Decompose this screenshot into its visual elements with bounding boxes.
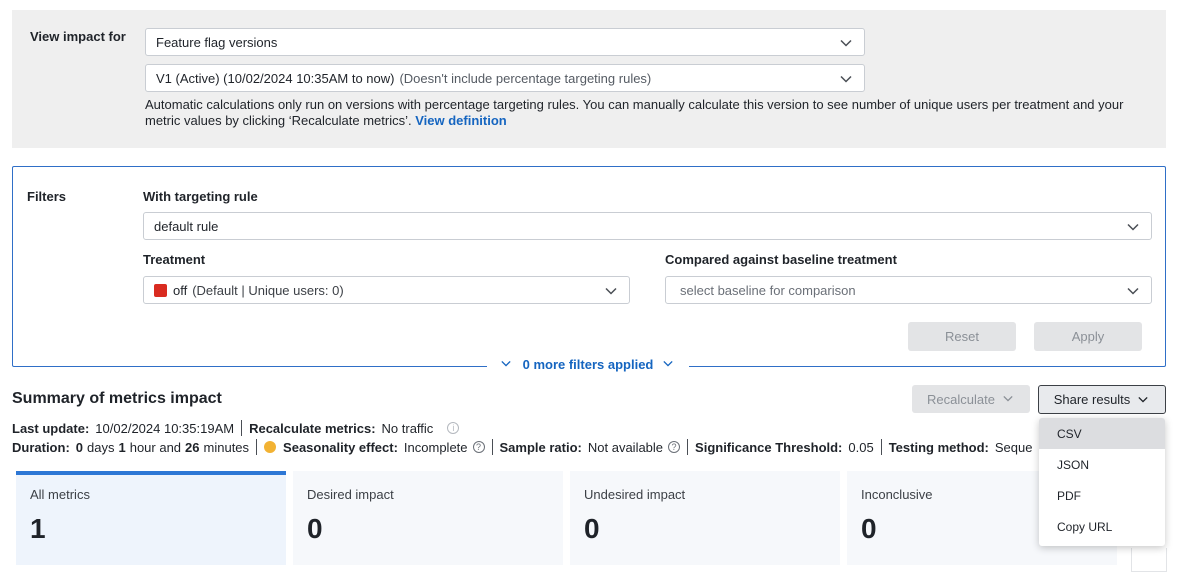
treatment-label: Treatment — [143, 252, 206, 267]
chevron-down-icon — [1003, 395, 1015, 403]
more-filters-toggle[interactable]: 0 more filters applied — [487, 355, 689, 373]
last-update-label: Last update: — [12, 420, 90, 436]
share-results-label: Share results — [1053, 392, 1131, 407]
impact-note-text: Automatic calculations only run on versi… — [145, 97, 1124, 128]
card-value: 0 — [584, 513, 600, 544]
significance-value: 0.05 — [848, 439, 874, 455]
sample-ratio-value: Not available — [587, 439, 664, 455]
card-desired-impact[interactable]: Desired impact 0 — [293, 471, 563, 565]
treatment-select[interactable]: off (Default | Unique users: 0) — [143, 276, 630, 304]
view-impact-label: View impact for — [30, 29, 126, 44]
chevron-down-icon — [840, 75, 852, 83]
duration-days: 0 — [75, 439, 84, 455]
impact-note: Automatic calculations only run on versi… — [145, 97, 1145, 129]
chevron-down-icon — [840, 39, 852, 47]
info-icon[interactable]: i — [447, 422, 460, 434]
seasonality-label: Seasonality effect: — [283, 439, 398, 455]
recalc-metrics-value: No traffic — [381, 420, 434, 436]
chevron-down-icon — [663, 360, 675, 368]
divider — [491, 439, 493, 455]
share-results-menu: CSV JSON PDF Copy URL — [1039, 418, 1165, 546]
seasonality-value: Incomplete — [403, 439, 468, 455]
card-value: 1 — [30, 513, 46, 544]
impact-type-select[interactable]: Feature flag versions — [145, 28, 865, 56]
reset-button[interactable]: Reset — [908, 322, 1016, 351]
chevron-down-icon — [500, 360, 513, 368]
card-label: Undesired impact — [584, 487, 686, 502]
menu-item-pdf[interactable]: PDF — [1039, 480, 1165, 511]
help-icon[interactable]: ? — [472, 441, 485, 453]
impact-type-value: Feature flag versions — [156, 34, 278, 50]
card-value: 0 — [861, 513, 877, 544]
menu-item-json[interactable]: JSON — [1039, 449, 1165, 480]
view-definition-link[interactable]: View definition — [415, 113, 507, 128]
warning-icon — [264, 441, 277, 453]
baseline-select[interactable]: select baseline for comparison — [665, 276, 1152, 304]
chevron-down-icon — [1138, 396, 1150, 404]
testing-method-value: Seque — [994, 439, 1033, 455]
treatment-color-swatch — [154, 283, 167, 297]
card-label: Desired impact — [307, 487, 394, 502]
card-label: All metrics — [30, 487, 90, 502]
baseline-label: Compared against baseline treatment — [665, 252, 897, 267]
summary-title: Summary of metrics impact — [12, 390, 222, 407]
card-undesired-impact[interactable]: Undesired impact 0 — [570, 471, 840, 565]
recalc-metrics-label: Recalculate metrics: — [249, 420, 376, 436]
sample-ratio-label: Sample ratio: — [499, 439, 582, 455]
summary-meta-line-2: Duration: 0 days 1 hour and 26 minutes S… — [12, 438, 1032, 456]
last-update-value: 10/02/2024 10:35:19AM — [95, 420, 235, 436]
card-value: 0 — [307, 513, 323, 544]
chevron-down-icon — [605, 287, 617, 295]
duration-minutes: 26 — [185, 439, 200, 455]
duration-minutes-unit: minutes — [203, 439, 250, 455]
divider — [241, 420, 243, 436]
treatment-name: off — [173, 282, 188, 298]
treatment-detail: (Default | Unique users: 0) — [192, 282, 344, 298]
recalculate-label: Recalculate — [927, 391, 995, 407]
divider — [256, 439, 258, 455]
menu-item-copy-url[interactable]: Copy URL — [1039, 511, 1165, 542]
chevron-down-icon — [1127, 223, 1139, 231]
scroll-corner — [1131, 548, 1167, 572]
duration-days-unit: days — [87, 439, 115, 455]
summary-meta-line-1: Last update: 10/02/2024 10:35:19AM Recal… — [12, 419, 460, 437]
duration-label: Duration: — [12, 439, 70, 455]
significance-label: Significance Threshold: — [695, 439, 843, 455]
version-note: (Doesn't include percentage targeting ru… — [399, 70, 652, 86]
targeting-rule-label: With targeting rule — [143, 189, 258, 204]
testing-method-label: Testing method: — [888, 439, 989, 455]
divider — [880, 439, 882, 455]
filters-panel: Filters With targeting rule default rule… — [12, 166, 1166, 367]
view-impact-panel: View impact for Feature flag versions V1… — [12, 10, 1166, 148]
duration-hours: 1 — [118, 439, 126, 455]
menu-item-csv[interactable]: CSV — [1039, 418, 1165, 449]
targeting-rule-value: default rule — [154, 218, 219, 234]
card-label: Inconclusive — [861, 487, 933, 502]
baseline-placeholder: select baseline for comparison — [680, 282, 856, 298]
targeting-rule-select[interactable]: default rule — [143, 212, 1152, 240]
recalculate-button[interactable]: Recalculate — [912, 385, 1030, 413]
chevron-down-icon — [1127, 287, 1139, 295]
apply-button[interactable]: Apply — [1034, 322, 1142, 351]
more-filters-label: 0 more filters applied — [522, 356, 654, 372]
share-results-button[interactable]: Share results — [1038, 385, 1166, 414]
card-all-metrics[interactable]: All metrics 1 — [16, 471, 286, 565]
version-value: V1 (Active) (10/02/2024 10:35AM to now) — [156, 70, 395, 86]
help-icon[interactable]: ? — [668, 441, 681, 453]
version-select[interactable]: V1 (Active) (10/02/2024 10:35AM to now) … — [145, 64, 865, 92]
divider — [687, 439, 689, 455]
duration-hours-unit: hour and — [129, 439, 182, 455]
filters-label: Filters — [27, 189, 67, 204]
